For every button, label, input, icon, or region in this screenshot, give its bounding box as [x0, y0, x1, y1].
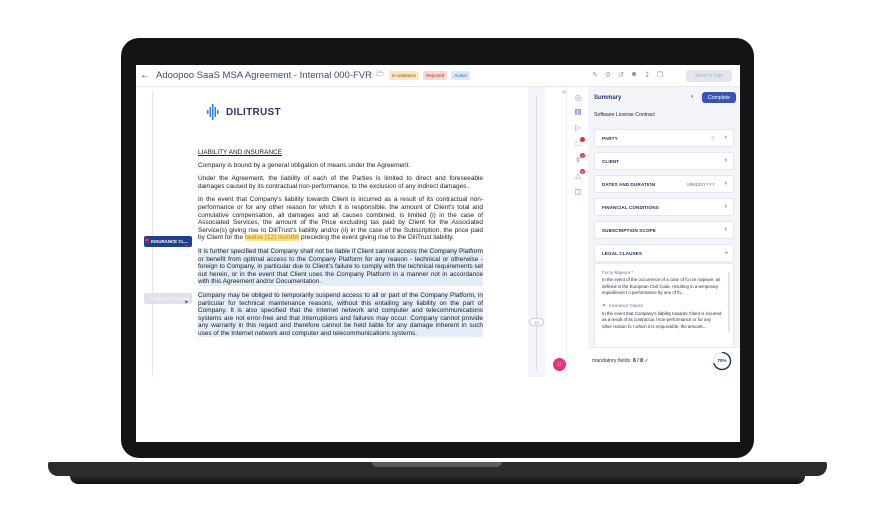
- laptop-base-shadow: [70, 476, 805, 484]
- section-label: PARTY: [602, 135, 618, 141]
- section-heading: LIABILITY AND INSURANCE: [198, 149, 282, 156]
- summary-title: Summary: [594, 95, 622, 101]
- users-icon[interactable]: ☻: [630, 71, 638, 79]
- flag-icon[interactable]: ⚑: [184, 300, 188, 306]
- paragraph: Under the Agreement, the liability of ea…: [198, 175, 483, 190]
- mandatory-fields-value: 8 / 8: [632, 358, 644, 364]
- mandatory-fields: mandatory fields 8 / 8 ✓: [592, 358, 649, 364]
- section-subscription-scope[interactable]: SUBSCRIPTION SCOPE ›: [594, 221, 734, 239]
- paragraph: Company is bound by a general obligation…: [198, 161, 411, 169]
- history-icon[interactable]: ↺: [617, 71, 625, 79]
- flag-icon[interactable]: ⚑: [184, 244, 188, 250]
- status-badge-validation: In validation: [388, 71, 420, 80]
- edit-icon[interactable]: ✎: [591, 71, 599, 79]
- section-party[interactable]: PARTY ⓘ ›: [594, 129, 734, 147]
- status-badge-active: Active: [451, 71, 470, 80]
- side-icon-rail: ◎ ▤ ▷ □ ♯ △ ◫ 2 6: [566, 87, 588, 377]
- clause-title-row[interactable]: ⚭ Insurance Clause: [602, 303, 733, 309]
- copy-icon[interactable]: ❐: [656, 71, 664, 79]
- top-bar: ← Adoopoo SaaS MSA Agreement - Internal …: [136, 65, 740, 87]
- search-icon[interactable]: ⚲: [604, 71, 612, 79]
- section-dates-duration[interactable]: DATES AND DURATION MM/DD/YYYY ›: [594, 175, 734, 193]
- liability-clause-paragraph[interactable]: It is further specified that Company sha…: [198, 247, 483, 286]
- section-label: FINANCIAL CONDITIONS: [602, 204, 659, 210]
- send-or-sign-button[interactable]: Send or sign: [686, 70, 732, 82]
- play-icon[interactable]: ▷: [572, 123, 584, 132]
- logo-text: DILITRUST: [226, 106, 281, 118]
- alert-dot: [145, 238, 149, 242]
- clause-title[interactable]: Force Majeure *: [602, 270, 733, 275]
- back-arrow-icon[interactable]: ←: [140, 70, 150, 81]
- section-financial-conditions[interactable]: FINANCIAL CONDITIONS ›: [594, 198, 734, 216]
- folder-icon[interactable]: 🗁: [376, 70, 385, 81]
- laptop-notch: [372, 462, 502, 467]
- insurance-clause-paragraph[interactable]: In the event that Company's liability to…: [198, 196, 483, 242]
- chevron-down-icon: ›: [722, 251, 730, 254]
- screen-blank-area: [136, 377, 740, 442]
- page-scroll-track: [536, 95, 537, 370]
- section-label: SUBSCRIPTION SCOPE: [602, 227, 656, 233]
- section-label: DATES AND DURATION: [602, 181, 656, 187]
- info-icon[interactable]: ⓘ: [711, 136, 715, 142]
- legal-clauses-list: Force Majeure * In the event of the occu…: [594, 263, 734, 349]
- dilitrust-logo: DILITRUST: [206, 104, 281, 120]
- chevron-right-icon: ›: [724, 134, 727, 141]
- complete-button[interactable]: Complete: [702, 92, 736, 103]
- summary-icon[interactable]: ▤: [572, 107, 584, 116]
- hide-icon[interactable]: ◐: [691, 94, 695, 100]
- clause-link-icon: ⚭: [602, 302, 607, 309]
- check-icon: ✓: [644, 358, 649, 364]
- status-badge-rejected: Rejected: [423, 71, 448, 80]
- target-icon[interactable]: ◎: [572, 93, 584, 102]
- clause-excerpt: In the event that Company's liability to…: [602, 310, 722, 329]
- date-format: MM/DD/YYYY: [687, 182, 715, 187]
- dilitrust-logo-icon: [207, 104, 219, 120]
- page-scroll-handle[interactable]: 15: [529, 318, 544, 326]
- warning-count-badge: 6: [580, 169, 585, 174]
- chevron-right-icon: ›: [724, 180, 727, 187]
- section-client[interactable]: CLIENT ›: [594, 152, 734, 170]
- document-viewer: DILITRUST LIABILITY AND INSURANCE Compan…: [136, 87, 528, 377]
- progress-percentage: 70%: [717, 358, 727, 363]
- chevron-right-icon: ›: [724, 226, 727, 233]
- translate-count-badge: 2: [580, 153, 585, 158]
- section-label: CLIENT: [602, 158, 620, 164]
- liability-clause-paragraph-2[interactable]: Company may be obliged to temporarily su…: [198, 291, 483, 338]
- summary-footer: mandatory fields 8 / 8 ✓ 70%: [588, 347, 740, 377]
- highlighted-term[interactable]: twelve (12) months: [244, 234, 300, 242]
- clause-title: Insurance Clause: [609, 302, 644, 308]
- chat-assistant-button[interactable]: ☺: [553, 358, 566, 371]
- document-body: LIABILITY AND INSURANCE Company is bound…: [198, 149, 483, 343]
- paragraph-text: preceding the event giving rise to the D…: [299, 234, 454, 242]
- clause-excerpt: In the event of the occurrence of a case…: [602, 277, 721, 296]
- document-title: Adoopoo SaaS MSA Agreement - Internal 00…: [156, 70, 372, 81]
- download-icon[interactable]: ↧: [643, 71, 651, 79]
- toolbar-icons: ✎ ⚲ ↺ ☻ ↧ ❐: [591, 71, 664, 79]
- document-margin-line: [152, 91, 153, 377]
- mandatory-fields-label: mandatory fields: [592, 358, 631, 364]
- compare-icon[interactable]: ◫: [572, 187, 584, 196]
- legal-list-scrollbar[interactable]: [728, 272, 730, 332]
- app-screen: ← Adoopoo SaaS MSA Agreement - Internal …: [136, 65, 740, 442]
- comment-alert-dot: [580, 137, 585, 142]
- summary-panel: Summary ◐ Complete Software License Cont…: [588, 87, 740, 377]
- section-legal-clauses[interactable]: LEGAL CLAUSES ›: [594, 244, 734, 262]
- section-label: LEGAL CLAUSES: [602, 250, 643, 256]
- chevron-right-icon: ›: [724, 157, 727, 164]
- contract-type: Software License Contract: [594, 112, 655, 118]
- chevron-right-icon: ›: [724, 203, 727, 210]
